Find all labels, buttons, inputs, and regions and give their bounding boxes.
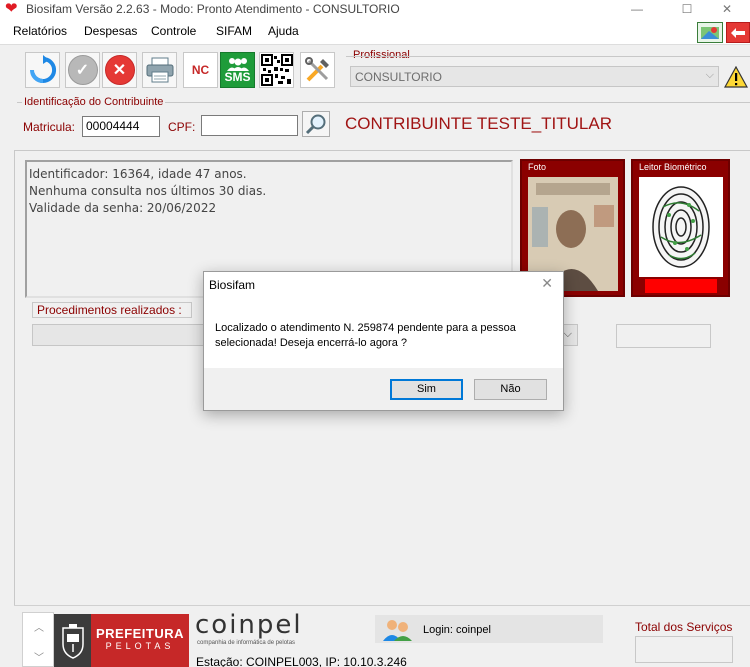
menu-sifam[interactable]: SIFAM [216, 24, 252, 38]
message-dialog: Biosifam ✕ Localizado o atendimento N. 2… [203, 271, 564, 411]
matricula-label: Matricula: [23, 120, 76, 134]
foto-label: Foto [528, 162, 547, 172]
menu-ajuda[interactable]: Ajuda [268, 24, 299, 38]
users-icon [226, 57, 249, 71]
warning-icon [723, 65, 749, 88]
leitor-panel: Leitor Biométrico [631, 159, 730, 297]
app-heart-icon: ❤ [5, 0, 18, 17]
menu-relatorios[interactable]: Relatórios [13, 24, 67, 38]
menu-controle[interactable]: Controle [151, 24, 196, 38]
check-icon: ✓ [67, 55, 98, 85]
exit-icon[interactable] [726, 22, 750, 43]
cpf-input[interactable] [201, 115, 298, 136]
coinpel-subtitle: companhia de informática de pelotas [197, 640, 296, 646]
cpf-label: CPF: [168, 120, 196, 134]
sms-label: SMS [224, 69, 251, 84]
nc-label: NC [191, 63, 210, 77]
pelotas-crest-icon [54, 614, 91, 667]
footer-scrollbar[interactable]: ︿ ﹀ [22, 612, 54, 667]
nao-button[interactable]: Não [474, 379, 547, 400]
printer-icon [146, 57, 173, 83]
info-line-3: Validade da senha: 20/06/2022 [29, 201, 217, 215]
prefeitura-line1: PREFEITURA [95, 626, 185, 641]
close-window-button[interactable]: ✕ [704, 0, 750, 20]
scroll-down-icon: ﹀ [34, 653, 44, 664]
profissional-select[interactable]: CONSULTORIO ⌵ [350, 66, 719, 87]
sim-button[interactable]: Sim [390, 379, 463, 400]
menu-bar: Relatórios Despesas Controle SIFAM Ajuda [0, 20, 750, 45]
info-line-2: Nenhuma consulta nos últimos 30 dias. [29, 184, 267, 198]
users-login-icon [380, 617, 414, 641]
chevron-down-icon: ⌵ [705, 69, 714, 81]
window-title: Biosifam Versão 2.2.63 - Modo: Pronto At… [26, 2, 400, 16]
refresh-button[interactable] [25, 52, 60, 88]
profissional-group-label: Profissional [351, 49, 412, 61]
map-icon[interactable] [697, 22, 723, 43]
biometric-status-bar [645, 279, 717, 293]
tools-button[interactable] [300, 52, 335, 88]
sms-button[interactable]: SMS [220, 52, 255, 88]
refresh-icon [29, 55, 56, 83]
procedimentos-chevron-down-icon: ⌵ [563, 328, 572, 340]
profissional-value: CONSULTORIO [355, 70, 442, 84]
nc-button[interactable]: NC [183, 52, 218, 88]
login-panel: Login: coinpel [375, 615, 603, 643]
total-servicos-value [635, 636, 733, 663]
profissional-group-border [346, 56, 750, 57]
x-circle-icon: ✕ [104, 55, 135, 85]
fingerprint-image [639, 177, 723, 277]
window-title-bar: ❤ Biosifam Versão 2.2.63 - Modo: Pronto … [0, 0, 750, 20]
tools-icon [304, 57, 329, 82]
search-button[interactable] [302, 111, 330, 137]
login-text: Login: coinpel [423, 624, 491, 636]
dialog-message: Localizado o atendimento N. 259874 pende… [215, 322, 516, 349]
info-line-1: Identificador: 16364, idade 47 anos. [29, 167, 247, 181]
procedimentos-value-box [616, 324, 711, 348]
matricula-input[interactable]: 00004444 [82, 116, 160, 137]
qrcode-button[interactable] [259, 52, 294, 88]
identificacao-group-label: Identificação do Contribuinte [22, 96, 166, 108]
qr-code-icon [260, 54, 293, 86]
print-button[interactable] [142, 52, 177, 88]
confirm-button[interactable]: ✓ [65, 52, 100, 88]
dialog-button-bar: Sim Não [204, 368, 563, 410]
prefeitura-line2: PELOTAS [105, 641, 175, 651]
dialog-close-icon[interactable]: ✕ [541, 275, 553, 292]
total-servicos-label: Total dos Serviços [635, 620, 733, 634]
coinpel-logo: coinpel [195, 610, 303, 640]
search-icon [305, 114, 326, 135]
dialog-title: Biosifam [209, 278, 256, 292]
leitor-label: Leitor Biométrico [639, 162, 707, 172]
prefeitura-logo: PREFEITURA PELOTAS [91, 614, 189, 667]
estacao-info: Estação: COINPEL003, IP: 10.10.3.246 [196, 655, 407, 667]
contribuinte-name: CONTRIBUINTE TESTE_TITULAR [345, 114, 612, 133]
cancel-button[interactable]: ✕ [102, 52, 137, 88]
scroll-up-icon: ︿ [34, 623, 44, 634]
minimize-button[interactable]: — [614, 0, 660, 20]
procedimentos-label: Procedimentos realizados : [32, 302, 192, 318]
menu-despesas[interactable]: Despesas [84, 24, 137, 38]
